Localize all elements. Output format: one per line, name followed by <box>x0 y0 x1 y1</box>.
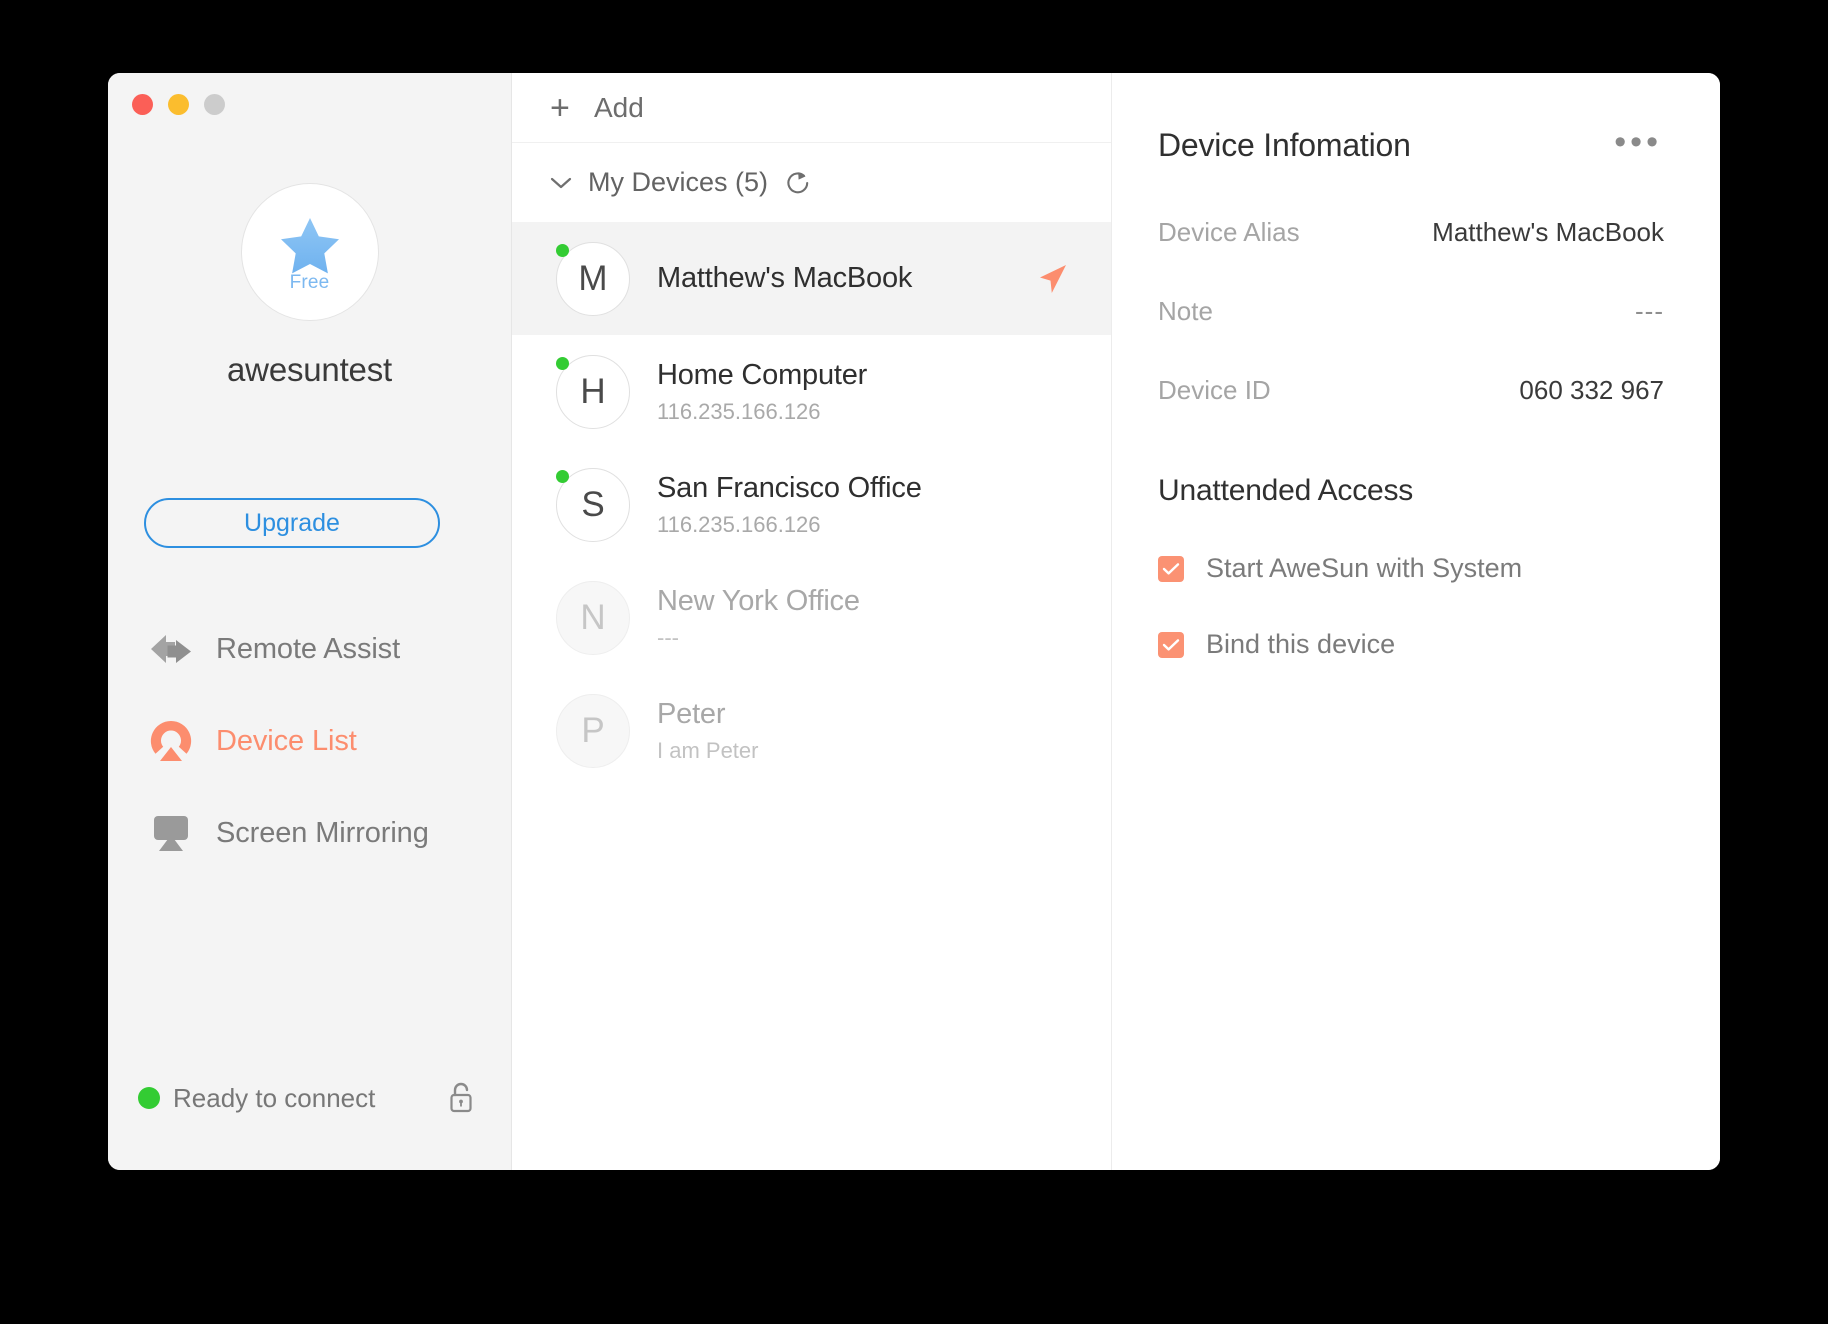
detail-header: Device Infomation ••• <box>1158 121 1664 169</box>
unlocked-padlock-icon[interactable] <box>447 1081 475 1115</box>
avatar: P <box>556 694 630 768</box>
zoom-window-button[interactable] <box>204 94 225 115</box>
device-row[interactable]: P Peter I am Peter <box>512 674 1111 787</box>
sidebar-item-remote-assist[interactable]: Remote Assist <box>108 603 511 695</box>
info-label: Note <box>1158 296 1213 327</box>
sidebar-item-screen-mirroring[interactable]: Screen Mirroring <box>108 787 511 879</box>
connect-arrow-icon[interactable] <box>1035 261 1071 297</box>
sidebar-item-label: Screen Mirroring <box>216 817 429 850</box>
upgrade-button[interactable]: Upgrade <box>144 498 440 548</box>
plan-badge: Free <box>290 272 330 294</box>
device-subtitle: 116.235.166.126 <box>657 512 1087 538</box>
status-bar: Ready to connect <box>108 1078 511 1118</box>
device-subtitle: I am Peter <box>657 738 1087 764</box>
device-name: Matthew's MacBook <box>657 262 1035 295</box>
sidebar: Free awesuntest Upgrade Remote Assist <box>108 73 512 1170</box>
minimize-window-button[interactable] <box>168 94 189 115</box>
device-group-title: My Devices (5) <box>588 167 768 198</box>
add-device-button[interactable]: + Add <box>512 73 1111 143</box>
device-subtitle: 116.235.166.126 <box>657 399 1087 425</box>
sidebar-item-label: Remote Assist <box>216 633 400 666</box>
device-initial: P <box>556 694 630 768</box>
device-row[interactable]: M Matthew's MacBook <box>512 222 1111 335</box>
info-label: Device ID <box>1158 375 1271 406</box>
device-initial: N <box>556 581 630 655</box>
info-row-device-id: Device ID 060 332 967 <box>1158 375 1664 406</box>
avatar: H <box>556 355 630 429</box>
account-name: awesuntest <box>108 351 511 389</box>
device-text: Peter I am Peter <box>657 698 1087 764</box>
device-text: New York Office --- <box>657 585 1087 651</box>
info-row-note: Note --- <box>1158 296 1664 327</box>
device-detail-panel: Device Infomation ••• Device Alias Matth… <box>1112 73 1720 1170</box>
checkbox-label: Start AweSun with System <box>1206 553 1522 584</box>
device-row[interactable]: N New York Office --- <box>512 561 1111 674</box>
remote-assist-icon <box>148 632 194 666</box>
plus-icon: + <box>550 91 576 125</box>
device-text: Home Computer 116.235.166.126 <box>657 359 1087 425</box>
device-name: Peter <box>657 698 1087 731</box>
checkbox-bind-device[interactable] <box>1158 632 1184 658</box>
status-text: Ready to connect <box>173 1083 447 1114</box>
refresh-icon[interactable] <box>784 169 812 197</box>
avatar: M <box>556 242 630 316</box>
avatar: N <box>556 581 630 655</box>
checkbox-label: Bind this device <box>1206 629 1395 660</box>
avatar[interactable]: Free <box>241 183 379 321</box>
info-value: 060 332 967 <box>1519 375 1664 406</box>
checkbox-start-with-system[interactable] <box>1158 556 1184 582</box>
chevron-down-icon[interactable] <box>550 176 572 190</box>
online-status-dot <box>556 470 569 483</box>
device-text: Matthew's MacBook <box>657 262 1035 295</box>
info-value[interactable]: Matthew's MacBook <box>1432 217 1664 248</box>
device-name: Home Computer <box>657 359 1087 392</box>
device-name: New York Office <box>657 585 1087 618</box>
device-list: M Matthew's MacBook H <box>512 222 1111 1170</box>
device-row[interactable]: H Home Computer 116.235.166.126 <box>512 335 1111 448</box>
device-group-header[interactable]: My Devices (5) <box>512 143 1111 222</box>
online-status-dot <box>556 244 569 257</box>
star-icon <box>279 210 341 276</box>
window-controls <box>132 94 225 115</box>
checkbox-row-start-with-system[interactable]: Start AweSun with System <box>1158 553 1664 584</box>
unattended-access-title: Unattended Access <box>1158 474 1664 508</box>
status-indicator-dot <box>138 1087 160 1109</box>
sidebar-item-label: Device List <box>216 725 357 758</box>
info-row-device-alias: Device Alias Matthew's MacBook <box>1158 217 1664 248</box>
app-window: Free awesuntest Upgrade Remote Assist <box>108 73 1720 1170</box>
device-list-icon <box>148 719 194 763</box>
device-subtitle: --- <box>657 625 1087 651</box>
close-window-button[interactable] <box>132 94 153 115</box>
device-list-column: + Add My Devices (5) M <box>512 73 1112 1170</box>
device-name: San Francisco Office <box>657 472 1087 505</box>
checkbox-row-bind-device[interactable]: Bind this device <box>1158 629 1664 660</box>
avatar: S <box>556 468 630 542</box>
screen-mirroring-icon <box>148 813 194 853</box>
info-value[interactable]: --- <box>1635 296 1664 327</box>
add-label: Add <box>594 92 644 124</box>
online-status-dot <box>556 357 569 370</box>
info-label: Device Alias <box>1158 217 1300 248</box>
sidebar-item-device-list[interactable]: Device List <box>108 695 511 787</box>
device-row[interactable]: S San Francisco Office 116.235.166.126 <box>512 448 1111 561</box>
more-options-icon[interactable]: ••• <box>1602 121 1664 169</box>
sidebar-nav: Remote Assist Device List <box>108 603 511 879</box>
page-title: Device Infomation <box>1158 127 1411 164</box>
device-text: San Francisco Office 116.235.166.126 <box>657 472 1087 538</box>
account-block: Free awesuntest <box>108 183 511 389</box>
